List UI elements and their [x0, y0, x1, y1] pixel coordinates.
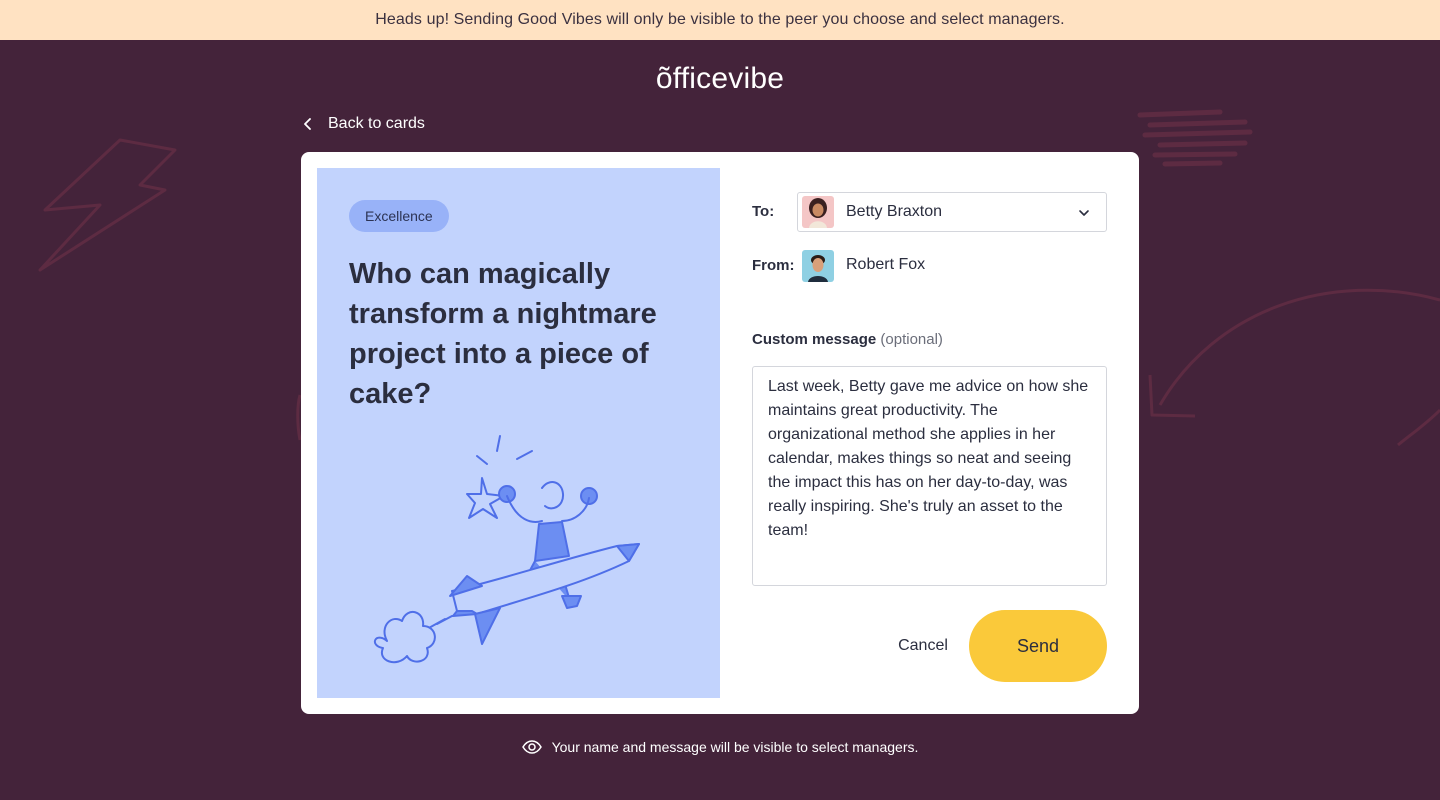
banner-text: Heads up! Sending Good Vibes will only b… [375, 11, 1065, 28]
recipient-name: Betty Braxton [846, 203, 943, 220]
cancel-button[interactable]: Cancel [878, 622, 968, 670]
recipient-avatar [802, 196, 834, 228]
good-vibes-modal: Excellence Who can magically transform a… [301, 152, 1139, 714]
category-tag: Excellence [349, 200, 449, 232]
sender-name: Robert Fox [846, 256, 926, 273]
good-vibe-card: Excellence Who can magically transform a… [317, 168, 720, 698]
custom-message-label: Custom message (optional) [752, 331, 943, 348]
card-question: Who can magically transform a nightmare … [349, 258, 657, 410]
back-label: Back to cards [328, 115, 425, 132]
visibility-banner: Heads up! Sending Good Vibes will only b… [0, 0, 1440, 40]
rocket-rider-illustration [373, 435, 640, 664]
back-to-cards-link[interactable]: Back to cards [300, 112, 425, 136]
sender-avatar [802, 250, 834, 282]
from-label: From: [752, 257, 795, 274]
to-label: To: [752, 203, 775, 220]
sender-row: From: Robert Fox [752, 250, 1107, 282]
officevibe-logo: õfficevibe [655, 62, 785, 95]
recipient-select[interactable]: Betty Braxton [797, 192, 1107, 232]
eye-icon [521, 740, 542, 754]
send-button[interactable]: Send [969, 610, 1107, 682]
chevron-left-icon [300, 116, 316, 132]
recipient-row: To: Betty Braxton [752, 192, 1107, 232]
notice-text: Your name and message will be visible to… [551, 739, 919, 755]
optional-hint: (optional) [880, 331, 943, 348]
chevron-down-icon [1076, 205, 1092, 221]
visibility-notice: Your name and message will be visible to… [0, 736, 1440, 758]
custom-message-input[interactable]: Last week, Betty gave me advice on how s… [752, 366, 1107, 586]
